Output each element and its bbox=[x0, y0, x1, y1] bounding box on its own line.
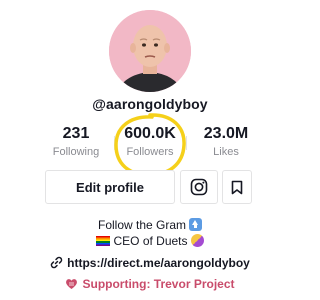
supporting-badge[interactable]: Supporting: Trevor Project bbox=[0, 277, 300, 291]
edit-profile-button[interactable]: Edit profile bbox=[45, 170, 175, 204]
up-arrow-emoji-icon bbox=[189, 218, 203, 231]
bio-line: CEO of Duets bbox=[0, 234, 300, 248]
profile-link[interactable]: https://direct.me/aarongoldyboy bbox=[0, 256, 300, 270]
theater-masks-emoji-icon bbox=[190, 234, 204, 247]
profile-photo bbox=[109, 10, 191, 92]
stat-following[interactable]: 231 Following bbox=[36, 124, 116, 160]
stat-followers[interactable]: 600.0K Followers bbox=[110, 124, 190, 160]
rainbow-flag-emoji-icon bbox=[96, 236, 111, 246]
profile-stats: 231 Following 600.0K Followers 23.0M Lik… bbox=[0, 124, 300, 164]
following-label: Following bbox=[52, 146, 100, 158]
bookmark-button[interactable] bbox=[222, 170, 252, 204]
likes-count: 23.0M bbox=[203, 125, 249, 142]
following-count: 231 bbox=[62, 125, 90, 142]
followers-count: 600.0K bbox=[124, 125, 176, 142]
bio-text: Follow the Gram bbox=[97, 218, 187, 232]
bio-line: Follow the Gram bbox=[0, 218, 300, 232]
username: @aarongoldyboy bbox=[92, 96, 208, 112]
instagram-icon bbox=[190, 178, 208, 196]
link-icon bbox=[50, 256, 63, 269]
heart-icon bbox=[66, 279, 78, 289]
link-url: https://direct.me/aarongoldyboy bbox=[67, 256, 250, 270]
bookmark-icon bbox=[231, 180, 243, 195]
instagram-button[interactable] bbox=[180, 170, 218, 204]
followers-label: Followers bbox=[126, 146, 174, 158]
avatar[interactable] bbox=[109, 10, 191, 92]
supporting-text: Supporting: Trevor Project bbox=[82, 277, 235, 291]
stat-likes[interactable]: 23.0M Likes bbox=[186, 124, 266, 160]
likes-label: Likes bbox=[213, 146, 239, 158]
bio-text: CEO of Duets bbox=[113, 234, 188, 248]
